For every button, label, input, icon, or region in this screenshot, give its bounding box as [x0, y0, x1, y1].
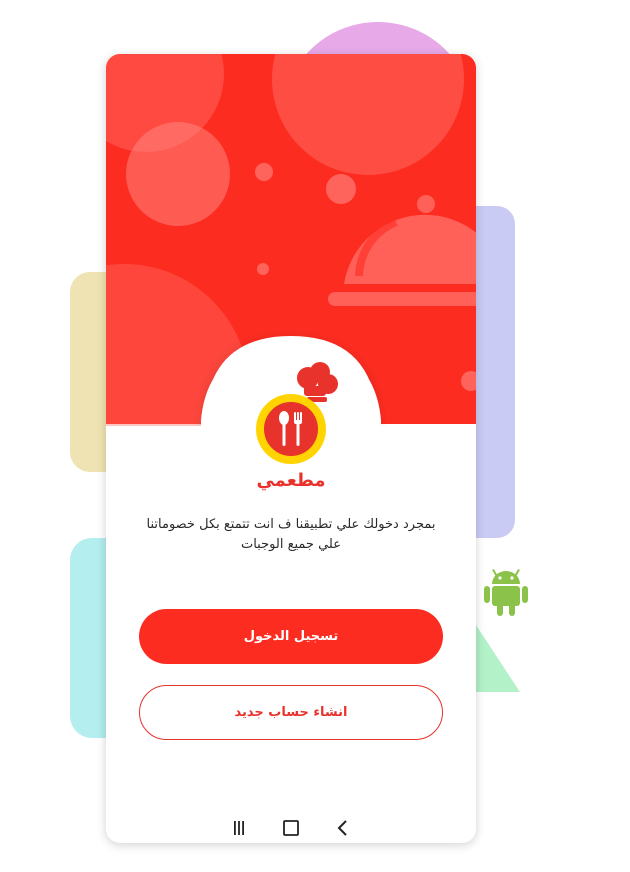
phone-screen: مطعمي بمجرد دخولك علي تطبيقنا ف انت تتمت…	[106, 54, 476, 843]
brand-name: مطعمي	[256, 470, 326, 491]
app-logo	[256, 394, 326, 464]
signup-button[interactable]: انشاء حساب جديد	[139, 685, 443, 740]
home-icon[interactable]	[279, 818, 303, 838]
login-button[interactable]: تسجيل الدخول	[139, 609, 443, 664]
recent-apps-icon[interactable]	[227, 818, 251, 838]
system-nav-bar	[106, 814, 476, 842]
tagline-text: بمجرد دخولك علي تطبيقنا ف انت تتمتع بكل …	[146, 517, 436, 552]
hero-banner	[106, 54, 476, 426]
back-icon[interactable]	[331, 818, 355, 838]
android-icon	[484, 569, 528, 616]
spoon-fork-icon	[279, 411, 302, 446]
